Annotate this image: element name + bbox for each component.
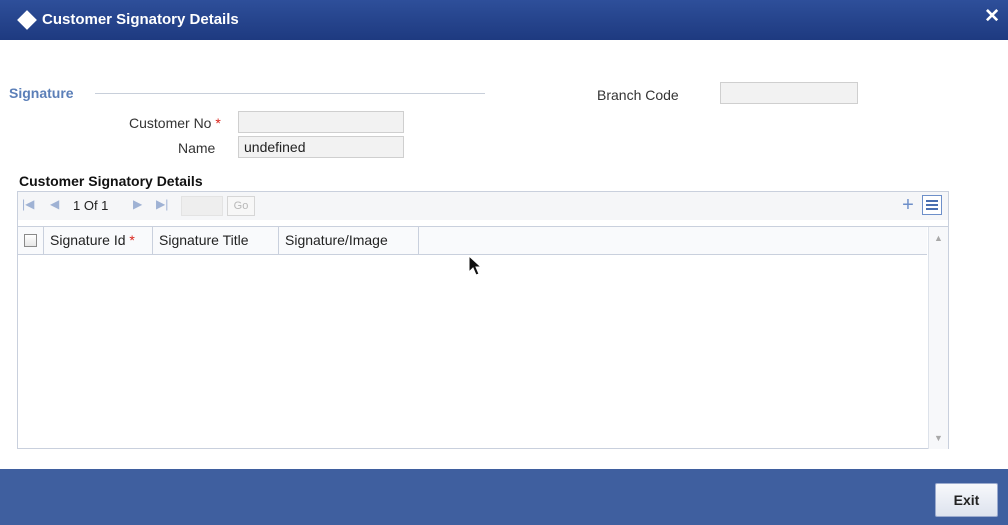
go-button[interactable]: Go: [227, 196, 255, 216]
add-row-icon[interactable]: +: [898, 195, 918, 215]
select-all-checkbox[interactable]: [24, 234, 37, 247]
name-label: Name: [178, 140, 216, 156]
required-marker: *: [129, 232, 135, 248]
customer-no-field[interactable]: [238, 111, 404, 133]
branch-code-field[interactable]: [720, 82, 858, 104]
diamond-icon: [17, 10, 37, 30]
signature-legend: Signature: [9, 85, 80, 101]
vertical-scrollbar[interactable]: ▲ ▼: [928, 227, 948, 449]
last-page-icon[interactable]: ▶|: [156, 197, 168, 211]
required-marker: *: [215, 115, 221, 131]
fieldset-divider: [95, 93, 485, 94]
name-field[interactable]: [238, 136, 404, 158]
mouse-pointer-icon: [468, 255, 483, 276]
signatory-details-title: Customer Signatory Details: [19, 173, 203, 189]
window-titlebar: Customer Signatory Details ✕: [0, 0, 1008, 40]
column-signature-title: Signature Title: [153, 227, 279, 255]
scroll-down-icon[interactable]: ▼: [934, 433, 943, 443]
window-title: Customer Signatory Details: [42, 11, 239, 28]
single-view-icon[interactable]: [922, 195, 942, 215]
table-header: Signature Id * Signature Title Signature…: [18, 227, 927, 255]
customer-no-label-group: Customer No *: [129, 115, 221, 131]
exit-button[interactable]: Exit: [935, 483, 998, 517]
window-footer: Exit: [0, 469, 1008, 525]
branch-code-label: Branch Code: [597, 87, 679, 103]
customer-no-label: Customer No: [129, 115, 212, 131]
column-signature-image: Signature/Image: [279, 227, 419, 255]
page-indicator: 1 Of 1: [73, 198, 109, 213]
select-all-cell: [18, 227, 44, 255]
grid-pager: |◀ ◀ 1 Of 1 ▶ ▶| Go +: [18, 192, 948, 220]
column-signature-id: Signature Id *: [44, 227, 153, 255]
first-page-icon[interactable]: |◀: [22, 197, 34, 211]
next-page-icon[interactable]: ▶: [133, 197, 142, 211]
page-number-input[interactable]: [181, 196, 223, 216]
close-button[interactable]: ✕: [984, 5, 1000, 28]
scroll-up-icon[interactable]: ▲: [934, 233, 943, 243]
signatory-grid: |◀ ◀ 1 Of 1 ▶ ▶| Go + Signature Id * Sig…: [17, 191, 949, 449]
column-signature-id-label: Signature Id: [50, 232, 126, 248]
prev-page-icon[interactable]: ◀: [50, 197, 59, 211]
